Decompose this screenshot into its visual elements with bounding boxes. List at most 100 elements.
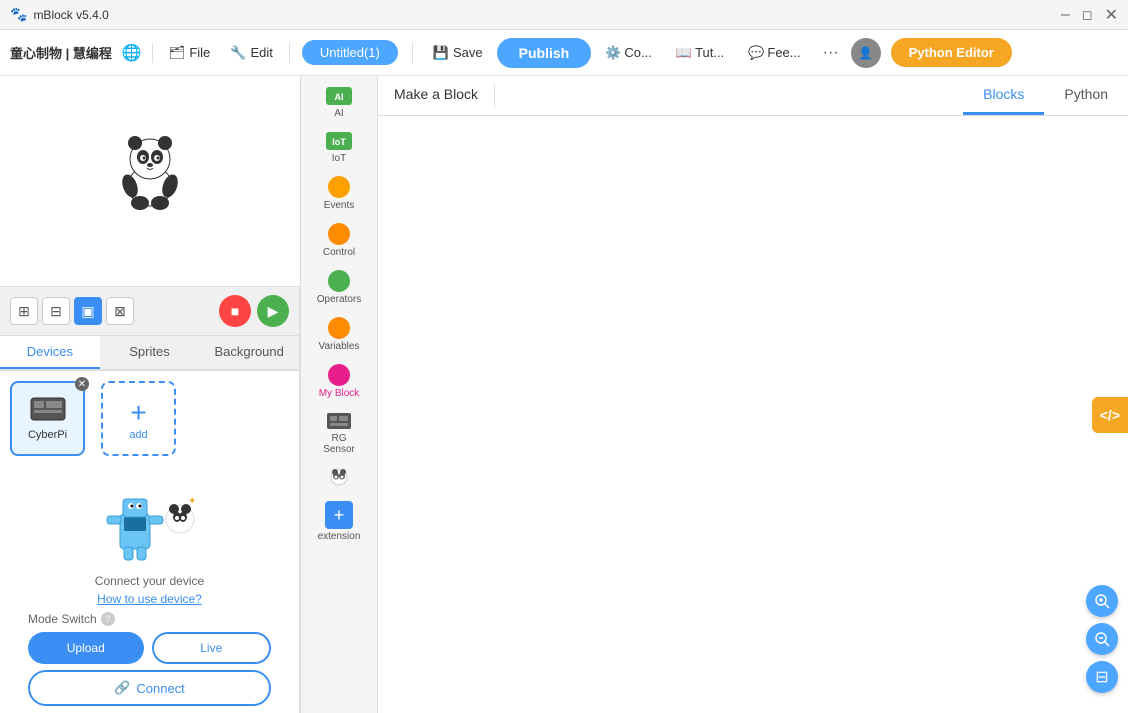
category-myblock[interactable]: My Block: [303, 360, 375, 403]
stage-canvas: [0, 76, 300, 286]
variables-icon: [328, 317, 350, 339]
layout-code-btn[interactable]: ▣: [74, 297, 102, 325]
mode-help-icon[interactable]: ?: [101, 612, 115, 626]
project-name-button[interactable]: Untitled(1): [302, 40, 398, 65]
upload-button[interactable]: Upload: [28, 632, 144, 664]
zoom-reset-icon: ⊟: [1095, 667, 1108, 687]
layout-buttons: ⊞ ⊟ ▣ ⊠: [10, 297, 134, 325]
add-device-button[interactable]: + add: [101, 381, 176, 456]
globe-icon[interactable]: 🌐: [122, 43, 142, 63]
upload-live-row: Upload Live: [28, 632, 271, 664]
menu-divider-3: [412, 43, 413, 63]
zoom-controls: ⊟: [1086, 585, 1118, 693]
operators-icon: [328, 270, 350, 292]
app-title: mBlock v5.4.0: [33, 8, 1060, 22]
feedback-button[interactable]: 💬 Fee...: [738, 40, 810, 66]
sprite2-icon: [325, 467, 353, 487]
zoom-out-button[interactable]: [1086, 623, 1118, 655]
stop-icon: ■: [231, 303, 239, 319]
minimize-btn[interactable]: –: [1061, 6, 1070, 24]
device-remove-btn[interactable]: ✕: [75, 377, 89, 391]
make-block-tab[interactable]: Make a Block: [378, 76, 494, 115]
block-categories: AI AI IoT IoT Events Control: [300, 76, 378, 713]
more-button[interactable]: ···: [815, 39, 847, 67]
mode-switch-row: Mode Switch ?: [28, 612, 279, 626]
stage-controls: ⊞ ⊟ ▣ ⊠ ■ ▶: [0, 286, 299, 336]
connect-button[interactable]: ⚙️ Co...: [595, 40, 662, 66]
mode-switch-label: Mode Switch: [28, 612, 97, 626]
run-icon: ▶: [268, 303, 279, 320]
titlebar: 🐾 mBlock v5.4.0 – ◻ ✕: [0, 0, 1128, 30]
device-connect-section: ✦ Connect your device How to use device?…: [10, 464, 289, 713]
tab-spacer: [495, 76, 963, 115]
category-control[interactable]: Control: [303, 219, 375, 262]
category-iot[interactable]: IoT IoT: [303, 127, 375, 168]
panda-sprite: [110, 121, 190, 221]
category-rgsensor[interactable]: RGSensor: [303, 407, 375, 459]
device-card-cyberpi[interactable]: ✕ CyberPi: [10, 381, 85, 456]
category-sprite2[interactable]: [303, 463, 375, 493]
action-buttons: ■ ▶: [219, 295, 289, 327]
restore-btn[interactable]: ◻: [1082, 7, 1093, 23]
rgsensor-icon: [325, 411, 353, 431]
tab-background[interactable]: Background: [199, 336, 299, 369]
control-icon: [328, 223, 350, 245]
edit-menu[interactable]: 🔧 Edit: [222, 40, 281, 66]
tutorial-button[interactable]: 📖 Tut...: [666, 40, 734, 66]
zoom-reset-button[interactable]: ⊟: [1086, 661, 1118, 693]
category-operators[interactable]: Operators: [303, 266, 375, 309]
close-btn[interactable]: ✕: [1105, 5, 1118, 25]
menu-divider-2: [289, 43, 290, 63]
blocks-python-tabs: Blocks Python: [963, 76, 1128, 115]
events-icon: [328, 176, 350, 198]
ai-icon: AI: [325, 86, 353, 106]
brand-logo: 童心制物 | 慧编程: [10, 43, 112, 62]
layout-hide-btn[interactable]: ⊠: [106, 297, 134, 325]
tab-sprites[interactable]: Sprites: [100, 336, 200, 369]
publish-button[interactable]: Publish: [497, 38, 592, 68]
how-to-link[interactable]: How to use device?: [20, 592, 279, 606]
entity-tabs: Devices Sprites Background: [0, 336, 299, 371]
live-button[interactable]: Live: [152, 632, 272, 664]
layout-full-btn[interactable]: ⊞: [10, 297, 38, 325]
tab-devices[interactable]: Devices: [0, 336, 100, 369]
tab-python[interactable]: Python: [1044, 76, 1128, 115]
user-avatar[interactable]: 👤: [851, 38, 881, 68]
app-icon: 🐾: [10, 6, 27, 23]
menu-divider-1: [152, 43, 153, 63]
python-editor-button[interactable]: Python Editor: [891, 38, 1012, 67]
connect-link-icon: 🔗: [114, 680, 130, 696]
category-extension[interactable]: + extension: [303, 497, 375, 546]
zoom-in-button[interactable]: [1086, 585, 1118, 617]
connect-button-main[interactable]: 🔗 Connect: [28, 670, 271, 706]
window-controls: – ◻ ✕: [1061, 5, 1118, 25]
save-button[interactable]: 💾 Save: [423, 40, 493, 66]
stop-button[interactable]: ■: [219, 295, 251, 327]
run-button[interactable]: ▶: [257, 295, 289, 327]
block-workspace: </>: [378, 116, 1128, 713]
main-layout: ⊞ ⊟ ▣ ⊠ ■ ▶ Devices Sprites: [0, 76, 1128, 713]
svg-text:IoT: IoT: [332, 137, 346, 147]
layout-split-btn[interactable]: ⊟: [42, 297, 70, 325]
feedback-icon: 💬: [748, 45, 764, 61]
device-icon: [30, 397, 66, 427]
tab-blocks[interactable]: Blocks: [963, 76, 1044, 115]
svg-text:✦: ✦: [188, 496, 196, 507]
code-toggle-icon: </>: [1100, 407, 1120, 423]
tutorial-icon: 📖: [676, 45, 692, 61]
category-variables[interactable]: Variables: [303, 313, 375, 356]
myblock-icon: [328, 364, 350, 386]
svg-text:AI: AI: [335, 92, 344, 102]
add-plus-icon: +: [130, 397, 146, 429]
connect-icon: ⚙️: [605, 45, 621, 61]
code-toggle-button[interactable]: </>: [1092, 397, 1128, 433]
make-block-area: Make a Block Blocks Python </>: [378, 76, 1128, 713]
device-illustration: ✦: [90, 484, 210, 564]
extension-plus-icon: +: [325, 501, 353, 529]
category-ai[interactable]: AI AI: [303, 82, 375, 123]
edit-icon: 🔧: [230, 45, 246, 61]
category-events[interactable]: Events: [303, 172, 375, 215]
stage-panel: ⊞ ⊟ ▣ ⊠ ■ ▶ Devices Sprites: [0, 76, 300, 713]
file-menu[interactable]: 🗂 File: [161, 40, 218, 66]
connect-text: Connect your device: [20, 574, 279, 588]
